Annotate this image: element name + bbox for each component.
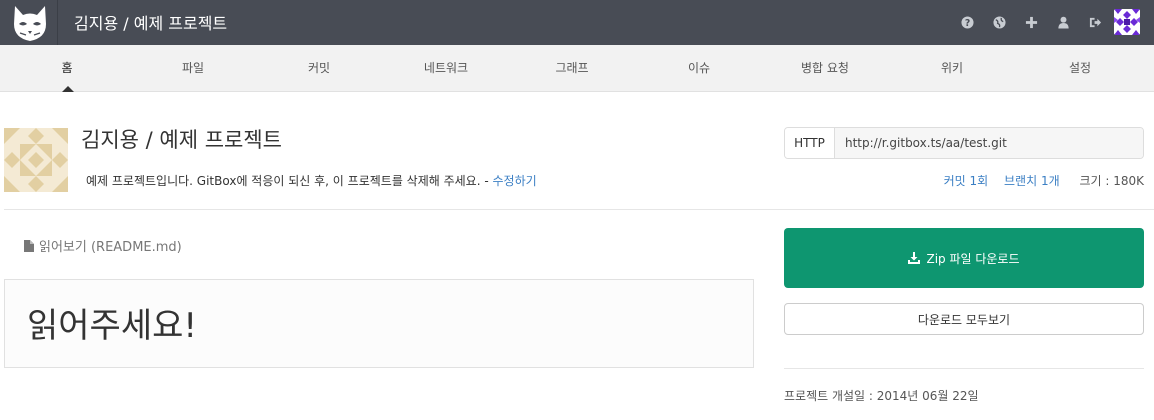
download-icon bbox=[908, 252, 921, 264]
project-description: 예제 프로젝트입니다. GitBox에 적응이 되신 후, 이 프로젝트를 삭제… bbox=[86, 172, 537, 189]
tab-merge-requests[interactable]: 병합 요청 bbox=[760, 45, 890, 92]
clone-url-field[interactable]: http://r.gitbox.ts/aa/test.git bbox=[835, 128, 1143, 158]
top-navbar: 김지용 / 예제 프로젝트 ? bbox=[0, 0, 1154, 45]
app-title[interactable]: 김지용 / 예제 프로젝트 bbox=[74, 10, 227, 34]
active-tab-caret bbox=[62, 86, 74, 92]
tab-files[interactable]: 파일 bbox=[128, 45, 258, 92]
repo-size: 크기 : 180K bbox=[1079, 174, 1144, 188]
project-title: 김지용 / 예제 프로젝트 bbox=[81, 128, 282, 152]
readme-label-text: 읽어보기 (README.md) bbox=[39, 240, 182, 255]
tab-network[interactable]: 네트워크 bbox=[381, 45, 511, 92]
svg-text:?: ? bbox=[964, 17, 969, 28]
all-downloads-button[interactable]: 다운로드 모두보기 bbox=[784, 303, 1144, 335]
section-divider bbox=[4, 209, 1154, 210]
project-stats: 커밋 1회 브랜치 1개 크기 : 180K bbox=[932, 172, 1144, 189]
cat-logo-icon[interactable] bbox=[6, 2, 54, 44]
user-avatar[interactable] bbox=[1114, 9, 1140, 35]
zip-download-button[interactable]: Zip 파일 다운로드 bbox=[784, 228, 1144, 288]
logo-divider bbox=[57, 0, 58, 45]
tab-issues[interactable]: 이슈 bbox=[634, 45, 764, 92]
tab-label: 홈 bbox=[61, 61, 73, 75]
project-description-text: 예제 프로젝트입니다. GitBox에 적응이 되신 후, 이 프로젝트를 삭제… bbox=[86, 174, 489, 188]
zip-download-label: Zip 파일 다운로드 bbox=[926, 251, 1020, 266]
clone-url-group: HTTP http://r.gitbox.ts/aa/test.git bbox=[784, 127, 1144, 159]
sign-out-icon[interactable] bbox=[1079, 9, 1111, 35]
project-avatar bbox=[4, 128, 68, 192]
header-icon-group: ? bbox=[951, 9, 1140, 35]
user-icon[interactable] bbox=[1047, 9, 1079, 35]
tab-home[interactable]: 홈 bbox=[2, 45, 132, 92]
clone-protocol-button[interactable]: HTTP bbox=[785, 128, 835, 158]
readme-label: 읽어보기 (README.md) bbox=[24, 236, 182, 255]
sidebar-divider bbox=[784, 368, 1144, 369]
tab-label: 네트워크 bbox=[423, 61, 469, 75]
tab-label: 병합 요청 bbox=[801, 61, 849, 75]
globe-icon[interactable] bbox=[983, 9, 1015, 35]
tab-label: 파일 bbox=[181, 61, 205, 75]
help-icon[interactable]: ? bbox=[951, 9, 983, 35]
project-tab-bar: 홈 파일 커밋 네트워크 그래프 이슈 병합 요청 위키 설정 bbox=[0, 45, 1154, 92]
readme-content: 읽어주세요! bbox=[4, 279, 754, 368]
tab-label: 이슈 bbox=[687, 61, 711, 75]
tab-label: 설정 bbox=[1068, 61, 1092, 75]
tab-label: 그래프 bbox=[555, 61, 589, 75]
commit-count-link[interactable]: 커밋 1회 bbox=[944, 174, 989, 188]
tab-wiki[interactable]: 위키 bbox=[887, 45, 1017, 92]
edit-description-link[interactable]: 수정하기 bbox=[493, 174, 537, 188]
readme-heading: 읽어주세요! bbox=[27, 306, 198, 346]
tab-label: 커밋 bbox=[307, 61, 331, 75]
tab-graph[interactable]: 그래프 bbox=[507, 45, 637, 92]
plus-icon[interactable] bbox=[1015, 9, 1047, 35]
tab-commits[interactable]: 커밋 bbox=[254, 45, 384, 92]
file-icon bbox=[24, 239, 34, 252]
tab-label: 위키 bbox=[940, 61, 964, 75]
tab-settings[interactable]: 설정 bbox=[1015, 45, 1145, 92]
branch-count-link[interactable]: 브랜치 1개 bbox=[1004, 174, 1060, 188]
project-created-date: 프로젝트 개설일 : 2014년 06월 22일 bbox=[784, 389, 979, 403]
